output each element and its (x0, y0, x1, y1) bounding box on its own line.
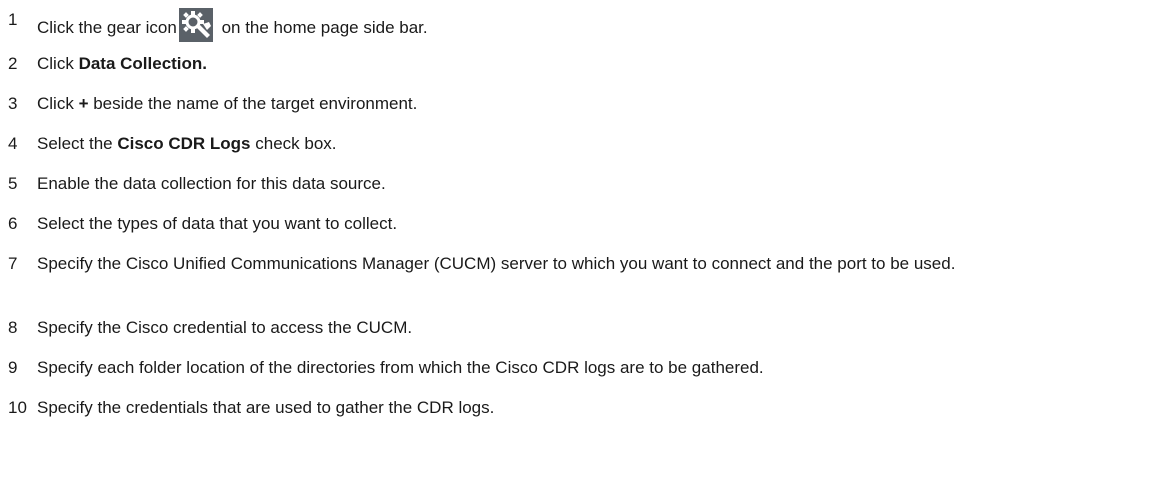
step-text-part: Click (37, 94, 79, 113)
step-text: Specify the Cisco Unified Communications… (37, 254, 956, 273)
step-number: 4 (8, 134, 18, 153)
step-text: Click Data Collection. (37, 52, 1163, 76)
step-number: 10 (8, 398, 27, 417)
step-number: 5 (8, 174, 18, 193)
step-text: Click + beside the name of the target en… (37, 92, 1163, 116)
step-text-part: Select the (37, 134, 118, 153)
step-text-part: beside the name of the target environmen… (88, 94, 418, 113)
step-text-part: check box. (250, 134, 337, 153)
ui-term: + (78, 94, 89, 113)
step-text: Enable the data collection for this data… (37, 174, 386, 193)
step-text: Specify the Cisco credential to access t… (37, 318, 413, 337)
step-number: 1 (8, 10, 18, 29)
step-number: 2 (8, 54, 18, 73)
step-text: Select the Cisco CDR Logs check box. (37, 132, 1163, 156)
ui-term: Data Collection. (78, 54, 208, 73)
step-number: 8 (8, 318, 18, 337)
step-text: Click the gear icon on the home page sid… (37, 8, 1163, 42)
step-number: 3 (8, 94, 18, 113)
step-text-part: Click (37, 54, 79, 73)
step-text-part: on the home page side bar. (216, 18, 428, 37)
step-text: Specify the credentials that are used to… (37, 398, 495, 417)
step-text-part: Click the gear icon (37, 18, 177, 37)
ui-term: Cisco CDR Logs (117, 134, 251, 153)
step-text: Select the types of data that you want t… (37, 214, 398, 233)
gear-icon (178, 8, 213, 42)
step-number: 7 (8, 254, 18, 273)
step-number: 6 (8, 214, 18, 233)
step-text: Specify each folder location of the dire… (37, 358, 764, 377)
step-number: 9 (8, 358, 18, 377)
